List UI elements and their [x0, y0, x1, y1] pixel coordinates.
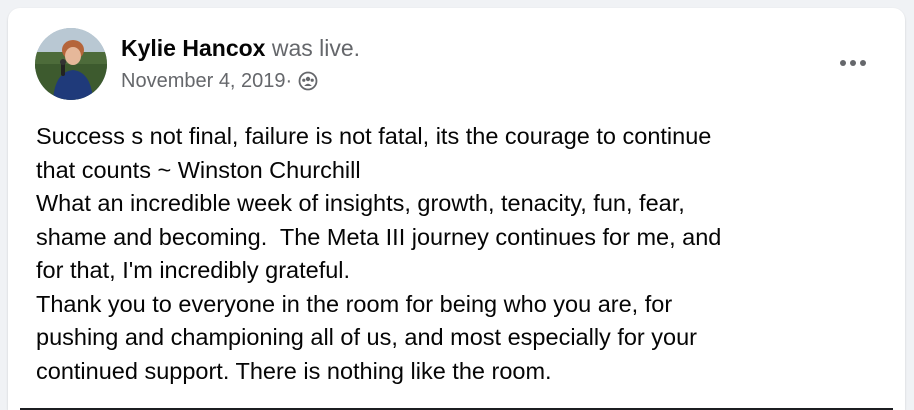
avatar-photo	[35, 28, 107, 100]
author-name[interactable]: Kylie Hancox	[121, 35, 265, 61]
post-action: was live.	[265, 35, 361, 61]
post-text-line: pushing and championing all of us, and m…	[36, 324, 697, 350]
post-meta: November 4, 2019 ·	[121, 69, 318, 93]
more-options-button[interactable]	[833, 50, 873, 76]
post-text-line: shame and becoming. The Meta III journey…	[36, 223, 722, 250]
post-text: Success s not final, failure is not fata…	[36, 120, 881, 388]
author-line: Kylie Hancox was live.	[121, 34, 360, 62]
post-text-line: Thank you to everyone in the room for be…	[36, 290, 673, 317]
post-text-line: that counts ~ Winston Churchill	[36, 156, 361, 183]
group-icon[interactable]	[298, 71, 318, 91]
post-date[interactable]: November 4, 2019	[121, 69, 286, 93]
more-options-dot	[850, 60, 856, 66]
avatar[interactable]	[35, 28, 107, 100]
more-options-icon	[840, 60, 846, 66]
meta-separator: ·	[285, 70, 293, 92]
post-text-line: continued support. There is nothing like…	[36, 357, 552, 384]
post-text-line: for that, I'm incredibly grateful.	[36, 257, 351, 283]
post-text-line: Success s not final, failure is not fata…	[36, 123, 712, 149]
post-text-line: What an incredible week of insights, gro…	[36, 190, 685, 216]
more-options-dot	[860, 60, 866, 66]
post-card: Kylie Hancox was live. November 4, 2019 …	[8, 8, 905, 410]
